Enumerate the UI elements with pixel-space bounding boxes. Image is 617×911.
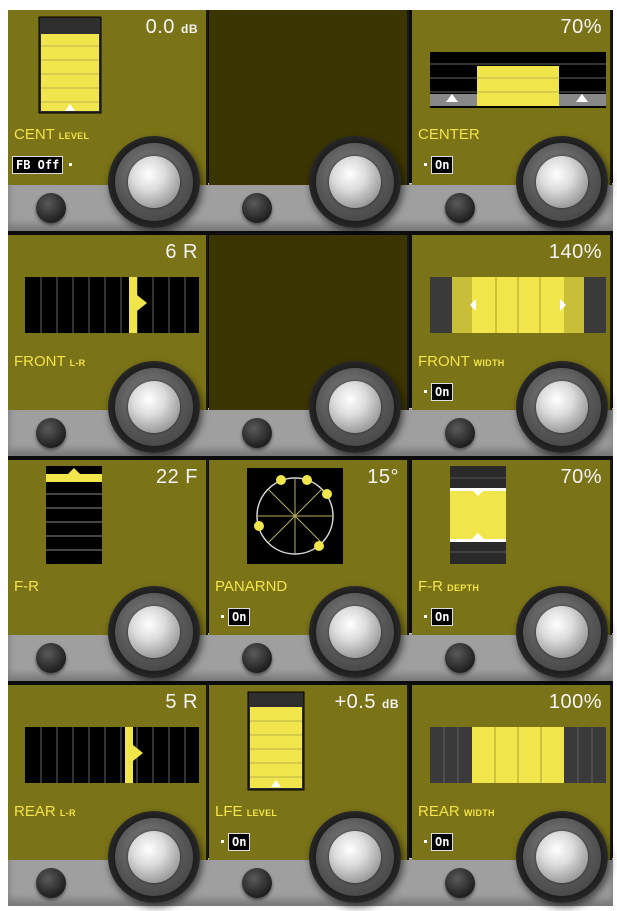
level-knob[interactable] [108, 136, 200, 228]
surround-panel: 0.0 dB CENT LEVEL FB Off 70% CENTER On 6… [8, 10, 613, 906]
pan-knob[interactable] [108, 811, 200, 903]
select-button[interactable] [36, 418, 66, 448]
select-button[interactable] [445, 643, 475, 673]
select-button[interactable] [242, 193, 272, 223]
panarnd-knob[interactable] [309, 586, 401, 678]
panarnd-label: PANARND [215, 578, 288, 595]
cell-front-width: 140% FRONT WIDTH On [412, 235, 613, 456]
width-knob[interactable] [516, 136, 608, 228]
center-width-bar [430, 52, 606, 108]
cell-lfe-level: +0.5 dB LFE LEVEL On [209, 685, 410, 906]
fr-readout: 22 F [155, 466, 198, 488]
lfe-on-toggle[interactable]: On [215, 833, 251, 851]
cell-fr-depth: 70% F-R DEPTH On [412, 460, 613, 681]
row-2: 6 R FRONT L-R 140% FRONT WIDTH On [8, 235, 613, 456]
width-readout: 140% [548, 241, 602, 263]
select-button[interactable] [445, 418, 475, 448]
level-meter [247, 691, 305, 791]
front-lr-label: FRONT L-R [14, 353, 86, 370]
width-readout: 70% [560, 16, 602, 38]
select-button[interactable] [242, 643, 272, 673]
panarnd-display [247, 468, 343, 564]
depth-knob[interactable] [516, 586, 608, 678]
cell-front-lr: 6 R FRONT L-R [8, 235, 209, 456]
level-knob[interactable] [309, 811, 401, 903]
unassigned-knob[interactable] [309, 361, 401, 453]
row-1: 0.0 dB CENT LEVEL FB Off 70% CENTER On [8, 10, 613, 231]
fr-position-meter [46, 466, 102, 564]
cell-empty-2 [209, 235, 410, 456]
level-meter [38, 16, 102, 114]
row-4: 5 R REAR L-R +0.5 dB LFE LEVEL On 100% R… [8, 685, 613, 906]
select-button[interactable] [36, 643, 66, 673]
pan-lr-meter [25, 277, 199, 333]
width-knob[interactable] [516, 361, 608, 453]
select-button[interactable] [242, 418, 272, 448]
fb-off-toggle[interactable]: FB Off [12, 156, 76, 174]
rear-width-bar [430, 727, 606, 783]
angle-readout: 15° [367, 466, 399, 488]
rear-width-on-toggle[interactable]: On [418, 833, 454, 851]
depth-on-toggle[interactable]: On [418, 608, 454, 626]
level-readout: +0.5 dB [334, 691, 399, 713]
pan-readout: 6 R [165, 241, 198, 263]
fr-label: F-R [14, 578, 39, 595]
lfe-level-label: LFE LEVEL [215, 803, 278, 820]
select-button[interactable] [445, 868, 475, 898]
front-width-bar [430, 277, 606, 333]
select-button[interactable] [36, 193, 66, 223]
cell-rear-width: 100% REAR WIDTH On [412, 685, 613, 906]
width-readout: 100% [548, 691, 602, 713]
cell-empty-1 [209, 10, 410, 231]
width-knob[interactable] [516, 811, 608, 903]
fr-knob[interactable] [108, 586, 200, 678]
rear-lr-label: REAR L-R [14, 803, 76, 820]
center-on-toggle[interactable]: On [418, 156, 454, 174]
center-label: CENTER [418, 126, 480, 143]
level-readout: 0.0 dB [145, 16, 198, 38]
row-3: 22 F F-R 15° PANARND On 70% F-R DEPTH On [8, 460, 613, 681]
rear-width-label: REAR WIDTH [418, 803, 495, 820]
select-button[interactable] [445, 193, 475, 223]
depth-meter [450, 466, 506, 564]
pan-lr-meter [25, 727, 199, 783]
cell-center-level: 0.0 dB CENT LEVEL FB Off [8, 10, 209, 231]
panarnd-on-toggle[interactable]: On [215, 608, 251, 626]
pan-knob[interactable] [108, 361, 200, 453]
fr-depth-label: F-R DEPTH [418, 578, 480, 595]
front-width-label: FRONT WIDTH [418, 353, 505, 370]
cell-fr: 22 F F-R [8, 460, 209, 681]
cent-level-label: CENT LEVEL [14, 126, 90, 143]
cell-panarnd: 15° PANARND On [209, 460, 410, 681]
pan-readout: 5 R [165, 691, 198, 713]
select-button[interactable] [36, 868, 66, 898]
cell-center-width: 70% CENTER On [412, 10, 613, 231]
depth-readout: 70% [560, 466, 602, 488]
cell-rear-lr: 5 R REAR L-R [8, 685, 209, 906]
front-width-on-toggle[interactable]: On [418, 383, 454, 401]
select-button[interactable] [242, 868, 272, 898]
unassigned-knob[interactable] [309, 136, 401, 228]
